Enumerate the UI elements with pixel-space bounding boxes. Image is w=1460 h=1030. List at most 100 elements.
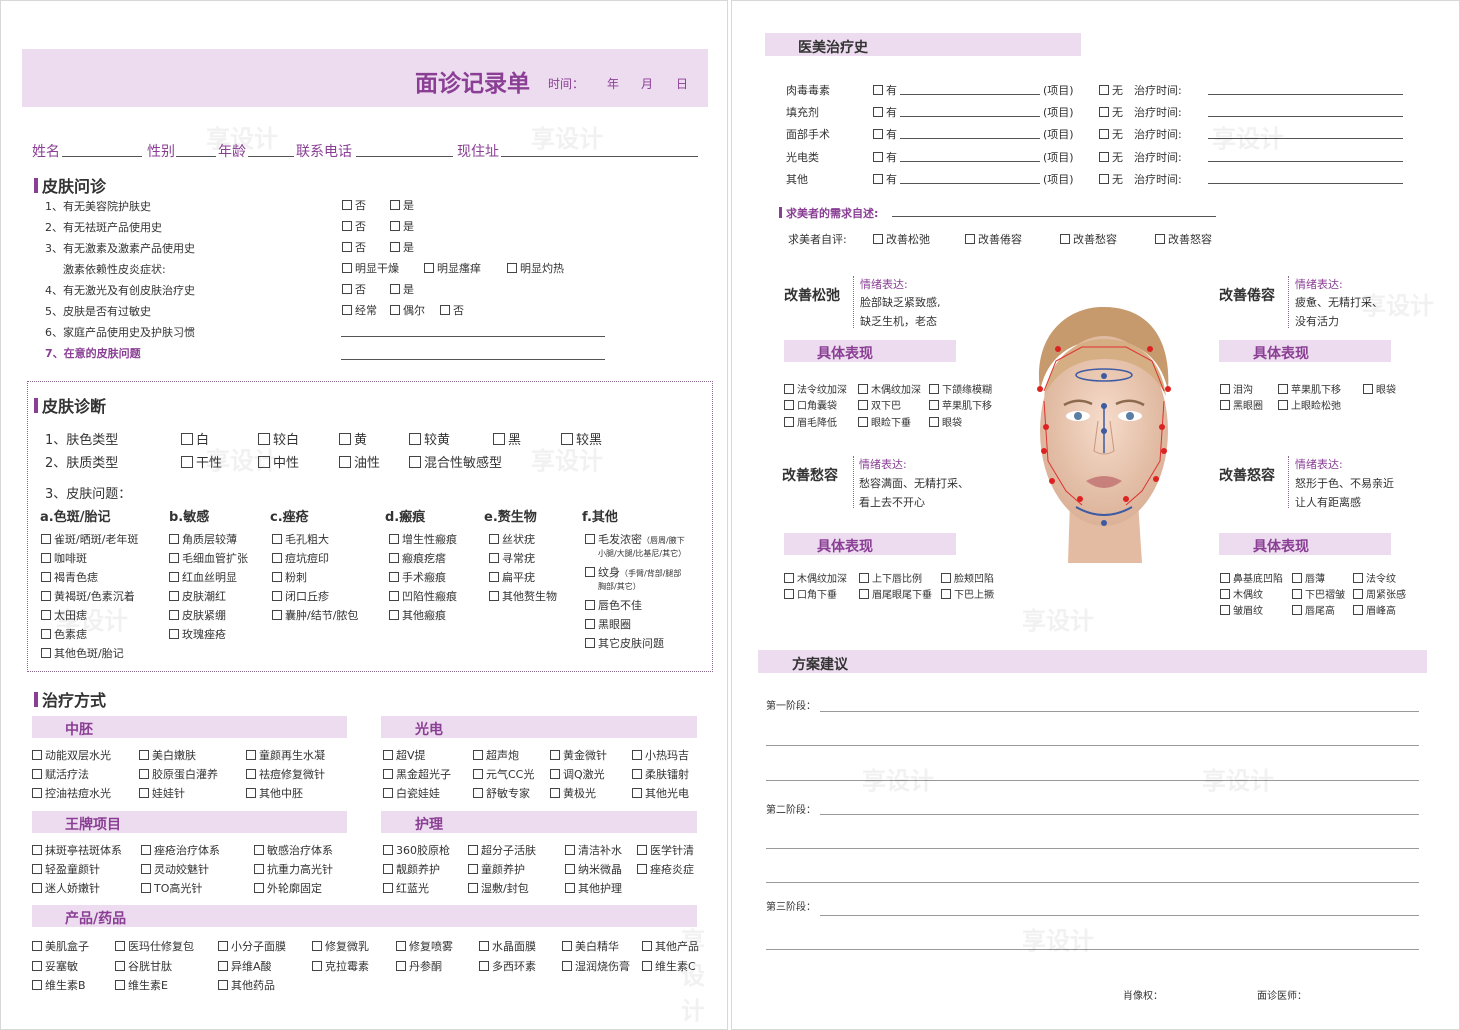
zhongpei-item[interactable]: 祛痘修复微针 (246, 766, 325, 782)
huli-item[interactable]: 纳米微晶 (565, 861, 622, 877)
address-field[interactable] (501, 156, 698, 157)
col-c-item[interactable]: 粉刺 (272, 569, 307, 585)
guangdian-item[interactable]: 柔肤镭射 (632, 766, 689, 782)
detail-item[interactable]: 双下巴 (858, 397, 901, 412)
inquiry-burn[interactable]: 明显灼热 (507, 260, 564, 276)
col-e-item[interactable]: 扁平疣 (489, 569, 535, 585)
inquiry-q7-field[interactable] (341, 359, 605, 360)
detail-item[interactable]: 黑眼圈 (1220, 397, 1263, 412)
history-yes[interactable]: 有 (873, 171, 897, 187)
detail-item[interactable]: 木偶纹加深 (784, 570, 847, 585)
inquiry-q1-yes[interactable]: 是 (390, 197, 414, 213)
name-field[interactable] (62, 156, 142, 157)
product-item[interactable]: 湿润烧伤膏 (562, 958, 630, 974)
zhongpei-item[interactable]: 胶原蛋白灌养 (139, 766, 218, 782)
col-d-item[interactable]: 增生性瘢痕 (389, 531, 457, 547)
self-eval-opt[interactable]: 改善怒容 (1155, 231, 1212, 247)
col-d-item[interactable]: 瘢痕疙瘩 (389, 550, 446, 566)
detail-item[interactable]: 口角囊袋 (784, 397, 837, 412)
wangpai-item[interactable]: 轻盈童颜针 (32, 861, 100, 877)
guangdian-item[interactable]: 白瓷娃娃 (383, 785, 440, 801)
col-b-item[interactable]: 玫瑰痤疮 (169, 626, 226, 642)
detail-item[interactable]: 周紧张感 (1353, 586, 1406, 601)
guangdian-item[interactable]: 黄极光 (550, 785, 596, 801)
history-project-field[interactable] (900, 116, 1040, 117)
phone-field[interactable] (356, 156, 453, 157)
history-project-field[interactable] (900, 161, 1040, 162)
product-item[interactable]: 谷胱甘肽 (115, 958, 172, 974)
zhongpei-item[interactable]: 童颜再生水凝 (246, 747, 325, 763)
guangdian-item[interactable]: 其他光电 (632, 785, 689, 801)
skin-color-white[interactable]: 白 (181, 429, 209, 448)
guangdian-item[interactable]: 调Q激光 (550, 766, 605, 782)
guangdian-item[interactable]: 超V提 (383, 747, 426, 763)
history-no[interactable]: 无 (1099, 82, 1123, 98)
history-time-field[interactable] (1208, 94, 1403, 95)
gender-field[interactable] (176, 156, 216, 157)
col-c-item[interactable]: 闭口丘疹 (272, 588, 329, 604)
wangpai-item[interactable]: 敏感治疗体系 (254, 842, 333, 858)
detail-item[interactable]: 苹果肌下移 (929, 397, 992, 412)
zhongpei-item[interactable]: 赋活疗法 (32, 766, 89, 782)
col-a-item[interactable]: 其他色斑/胎记 (41, 645, 124, 661)
zhongpei-item[interactable]: 娃娃针 (139, 785, 185, 801)
guangdian-item[interactable]: 舒敏专家 (473, 785, 530, 801)
product-item[interactable]: 妥塞敏 (32, 958, 78, 974)
history-no[interactable]: 无 (1099, 104, 1123, 120)
detail-item[interactable]: 眼袋 (1363, 381, 1396, 396)
self-eval-opt[interactable]: 改善愁容 (1060, 231, 1117, 247)
history-yes[interactable]: 有 (873, 104, 897, 120)
huli-item[interactable]: 红蓝光 (383, 880, 429, 896)
huli-item[interactable]: 超分子活肤 (468, 842, 536, 858)
stage-3-line[interactable] (820, 915, 1419, 916)
inquiry-q5-some[interactable]: 偶尔 (390, 302, 425, 318)
product-item[interactable]: 小分子面膜 (218, 938, 286, 954)
inquiry-dry[interactable]: 明显干燥 (342, 260, 399, 276)
detail-item[interactable]: 木偶纹加深 (858, 381, 921, 396)
product-item[interactable]: 医玛仕修复包 (115, 938, 194, 954)
col-c-item[interactable]: 痘坑痘印 (272, 550, 329, 566)
inquiry-q3-no[interactable]: 否 (342, 239, 366, 255)
age-field[interactable] (248, 156, 294, 157)
detail-item[interactable]: 上下唇比例 (859, 570, 922, 585)
skin-type-mixed[interactable]: 混合性敏感型 (409, 452, 502, 471)
needs-field[interactable] (892, 216, 1216, 217)
self-eval-opt[interactable]: 改善松弛 (873, 231, 930, 247)
detail-item[interactable]: 泪沟 (1220, 381, 1253, 396)
col-e-item[interactable]: 寻常疣 (489, 550, 535, 566)
self-eval-opt[interactable]: 改善倦容 (965, 231, 1022, 247)
col-d-item[interactable]: 手术瘢痕 (389, 569, 446, 585)
detail-item[interactable]: 皱眉纹 (1220, 602, 1263, 617)
detail-item[interactable]: 眉尾眼尾下垂 (859, 586, 932, 601)
history-project-field[interactable] (900, 138, 1040, 139)
detail-item[interactable]: 下颌缘模糊 (929, 381, 992, 396)
wangpai-item[interactable]: 迷人娇嫩针 (32, 880, 100, 896)
stage-2-line[interactable] (766, 848, 1419, 849)
col-f-item[interactable]: 黑眼圈 (585, 616, 631, 632)
history-project-field[interactable] (900, 94, 1040, 95)
detail-item[interactable]: 眉毛降低 (784, 414, 837, 429)
inquiry-q4-yes[interactable]: 是 (390, 281, 414, 297)
detail-item[interactable]: 唇薄 (1292, 570, 1325, 585)
history-yes[interactable]: 有 (873, 126, 897, 142)
col-b-item[interactable]: 毛细血管扩张 (169, 550, 248, 566)
huli-item[interactable]: 医学针清 (637, 842, 694, 858)
detail-item[interactable]: 法令纹加深 (784, 381, 847, 396)
skin-color-yellowish[interactable]: 较黄 (409, 429, 450, 448)
huli-item[interactable]: 童颜养护 (468, 861, 525, 877)
inquiry-q5-often[interactable]: 经常 (342, 302, 377, 318)
product-item[interactable]: 多西环素 (479, 958, 536, 974)
col-f-tattoo[interactable]: 纹身（手臂/背部/腿部 (585, 564, 681, 580)
detail-item[interactable]: 下巴上撅 (941, 586, 994, 601)
product-item[interactable]: 水晶面膜 (479, 938, 536, 954)
col-b-item[interactable]: 角质层较薄 (169, 531, 237, 547)
inquiry-q3-yes[interactable]: 是 (390, 239, 414, 255)
history-time-field[interactable] (1208, 161, 1403, 162)
zhongpei-item[interactable]: 美白嫩肤 (139, 747, 196, 763)
wangpai-item[interactable]: 灵动姣魅针 (141, 861, 209, 877)
col-c-item[interactable]: 囊肿/结节/脓包 (272, 607, 358, 623)
huli-item[interactable]: 360胶原枪 (383, 842, 450, 858)
inquiry-q2-no[interactable]: 否 (342, 218, 366, 234)
detail-item[interactable]: 下巴褶皱 (1292, 586, 1345, 601)
col-c-item[interactable]: 毛孔粗大 (272, 531, 329, 547)
